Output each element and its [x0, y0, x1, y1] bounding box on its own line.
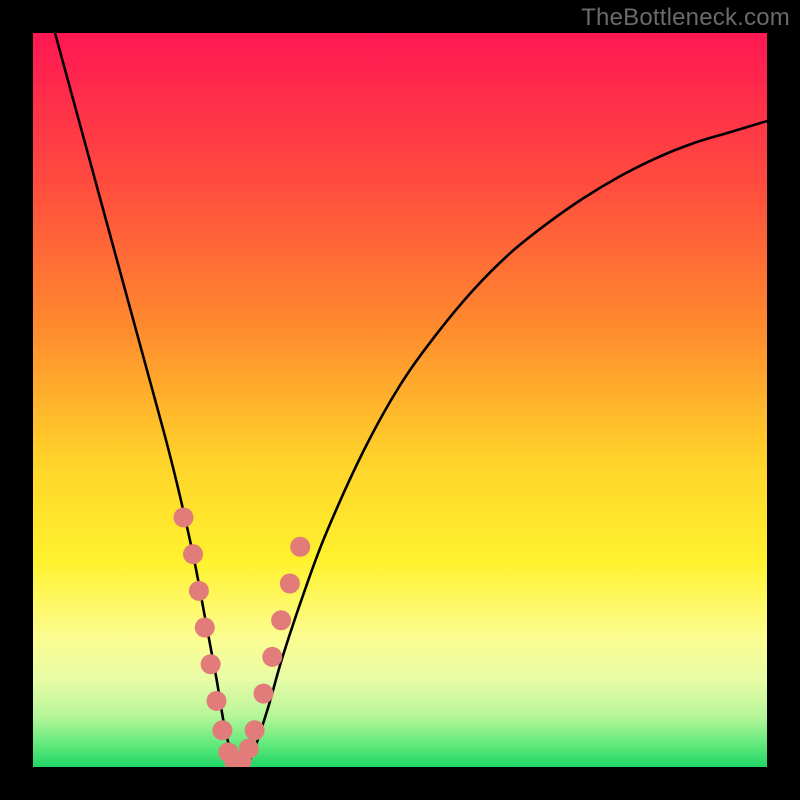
marker-dot: [271, 610, 291, 630]
marker-dot: [245, 720, 265, 740]
marker-dot: [201, 654, 221, 674]
watermark-text: TheBottleneck.com: [581, 4, 790, 32]
marker-dot: [183, 544, 203, 564]
marker-dot: [189, 581, 209, 601]
marker-dot: [239, 739, 259, 759]
chart-frame: TheBottleneck.com: [0, 0, 800, 800]
marker-dot: [280, 574, 300, 594]
marker-dot: [290, 537, 310, 557]
plot-svg: [33, 33, 767, 767]
gradient-background: [33, 33, 767, 767]
marker-dot: [253, 684, 273, 704]
marker-dot: [207, 691, 227, 711]
marker-dot: [173, 507, 193, 527]
marker-dot: [212, 720, 232, 740]
marker-dot: [195, 618, 215, 638]
plot-area: [33, 33, 767, 767]
marker-dot: [262, 647, 282, 667]
